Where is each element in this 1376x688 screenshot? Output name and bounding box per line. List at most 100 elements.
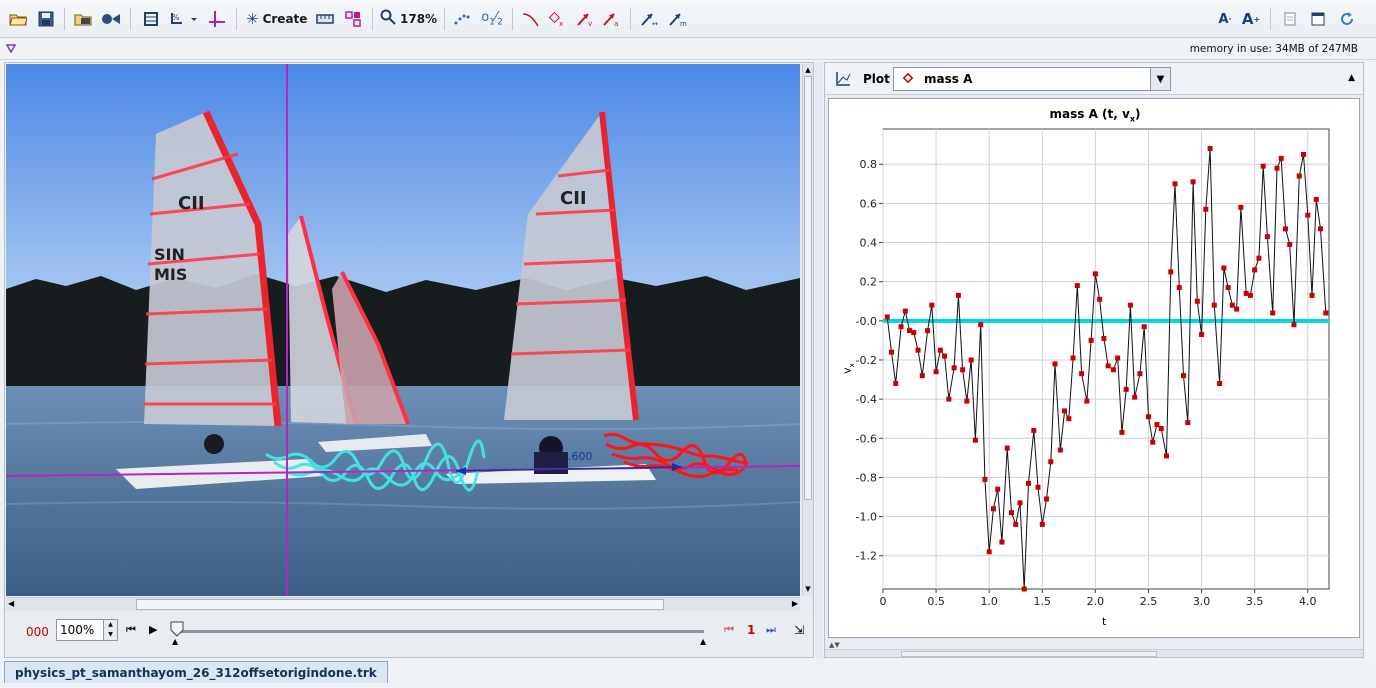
y-tick-label: 0.6 (860, 197, 878, 210)
data-point (1021, 586, 1027, 592)
data-point (933, 369, 939, 375)
x-tick-label: 0 (880, 595, 887, 608)
loop-icon[interactable]: ⇲ (794, 623, 804, 637)
svg-text:x: x (559, 20, 563, 27)
data-point (1035, 484, 1041, 490)
svg-text:CII: CII (178, 193, 205, 214)
collapse-icon[interactable]: ▲ (1348, 73, 1355, 83)
video-vertical-scrollbar[interactable]: ▲ ▼ (802, 64, 813, 596)
y-tick-label: -0.0 (856, 315, 877, 328)
scroll-right-icon[interactable]: ▶ (792, 599, 798, 608)
clip-settings-icon[interactable] (140, 7, 162, 31)
track-control-icon[interactable] (342, 7, 364, 31)
refresh-icon[interactable] (1336, 7, 1358, 31)
step-back-icon[interactable]: ⏮ (724, 623, 734, 637)
data-point (1278, 155, 1284, 161)
step-forward-icon[interactable]: ⏭ (766, 623, 776, 637)
split-divider[interactable] (815, 62, 823, 658)
data-point (1221, 265, 1227, 271)
chevron-down-icon[interactable]: ▼ (1150, 68, 1170, 90)
scroll-left-icon[interactable]: ◀ (8, 599, 14, 608)
save-icon[interactable] (36, 7, 56, 31)
memory-status[interactable]: memory in use: 34MB of 247MB (1190, 43, 1358, 55)
x-tick-label: 3.5 (1246, 595, 1264, 608)
data-point (964, 398, 970, 404)
data-point (1291, 322, 1297, 328)
plot-area[interactable]: mass A (t, vx) 0 0.5 1.0 1.5 2.0 2.5 3.0 3.5 4.0… (828, 98, 1360, 638)
data-point (1274, 165, 1280, 171)
open-folder-icon[interactable] (8, 7, 28, 31)
frame-number[interactable]: 000 (26, 625, 49, 639)
create-track-button[interactable]: ✳ Create (246, 7, 308, 31)
data-point (955, 292, 961, 298)
data-point (1238, 204, 1244, 210)
rate-input[interactable]: 100% ▲ ▼ (56, 619, 118, 641)
end-marker-icon[interactable]: ▲ (700, 637, 706, 646)
y-tick-label: -0.6 (856, 432, 877, 445)
data-point (1127, 302, 1133, 308)
video-frame[interactable]: CII SIN MIS CII .600 (6, 64, 800, 596)
path-icon[interactable] (520, 7, 542, 31)
data-point (1137, 371, 1143, 377)
notes-icon[interactable] (1280, 7, 1300, 31)
plot-label: Plot (863, 72, 890, 86)
video-horizontal-scrollbar[interactable]: ◀ ▶ (6, 597, 800, 611)
tab-trk-file[interactable]: physics_pt_samanthayom_26_312offsetorigi… (4, 661, 388, 683)
svg-text:m: m (680, 20, 687, 27)
plot-resize-icon[interactable]: ▲▼ (829, 641, 840, 649)
axes-icon[interactable] (206, 7, 228, 31)
data-point (937, 347, 943, 353)
position-marker-icon[interactable]: x (546, 7, 568, 31)
data-point (1074, 283, 1080, 289)
data-point (972, 437, 978, 443)
data-point (1323, 310, 1329, 316)
data-point (1115, 355, 1121, 361)
data-point (884, 314, 890, 320)
step-size[interactable]: 1 (747, 623, 755, 637)
data-point (1190, 179, 1196, 185)
horizontal-scroll-thumb[interactable] (136, 599, 664, 610)
font-larger-icon[interactable]: A + (1240, 7, 1262, 31)
svg-text:%: % (172, 13, 180, 22)
data-point (1172, 181, 1178, 187)
vertical-scroll-thumb[interactable] (804, 76, 812, 500)
rate-spinner-icon[interactable]: ▲ ▼ (103, 620, 117, 640)
svg-text:v: v (588, 20, 592, 27)
track-select[interactable]: mass A ▼ (893, 67, 1171, 91)
play-icon[interactable]: ▶ (149, 623, 157, 636)
data-point (1150, 439, 1156, 445)
momentum-vector-icon[interactable]: ↔ (638, 7, 662, 31)
trail-dots-icon[interactable] (452, 7, 474, 31)
main-toolbar: % ✳ Create 178% o1⁄2 x v a ↔ m A - A + (0, 0, 1376, 38)
tape-measure-icon[interactable] (314, 7, 336, 31)
data-point (1057, 447, 1063, 453)
zoom-button[interactable]: 178% (380, 7, 437, 31)
coordinate-axes-dropdown-icon[interactable]: % (168, 7, 200, 31)
properties-icon[interactable] (1308, 7, 1328, 31)
vx-chart[interactable]: 0 0.5 1.0 1.5 2.0 2.5 3.0 3.5 4.0 0.8 0.6 0.4 0.2 -0.… (829, 99, 1359, 637)
start-marker-icon[interactable]: ▲ (172, 637, 178, 646)
data-point (1110, 367, 1116, 373)
data-point (1225, 285, 1231, 291)
scroll-down-icon[interactable]: ▼ (804, 584, 812, 594)
font-smaller-icon[interactable]: A- (1214, 7, 1236, 31)
reset-icon[interactable]: ⏮ (126, 623, 136, 637)
y-tick-label: 0.4 (860, 237, 878, 250)
velocity-vector-icon[interactable]: v (574, 7, 596, 31)
data-point (968, 357, 974, 363)
data-point (990, 506, 996, 512)
expand-triangle-icon[interactable] (5, 42, 17, 56)
video-settings-icon[interactable] (100, 7, 122, 31)
acceleration-vector-icon[interactable]: a (600, 7, 622, 31)
data-point (1199, 332, 1205, 338)
data-point (1247, 292, 1253, 298)
mass-vector-icon[interactable]: m (666, 7, 690, 31)
plot-axes-icon[interactable] (835, 71, 851, 90)
label-positions-icon[interactable]: o1⁄2 (480, 7, 504, 31)
calibration-label[interactable]: .600 (568, 450, 593, 463)
data-point (1260, 163, 1266, 169)
video-slider-track[interactable] (176, 630, 704, 633)
scroll-up-icon[interactable]: ▲ (804, 65, 812, 75)
table-collapsed-bar[interactable] (901, 651, 1157, 657)
open-video-icon[interactable] (72, 7, 94, 31)
